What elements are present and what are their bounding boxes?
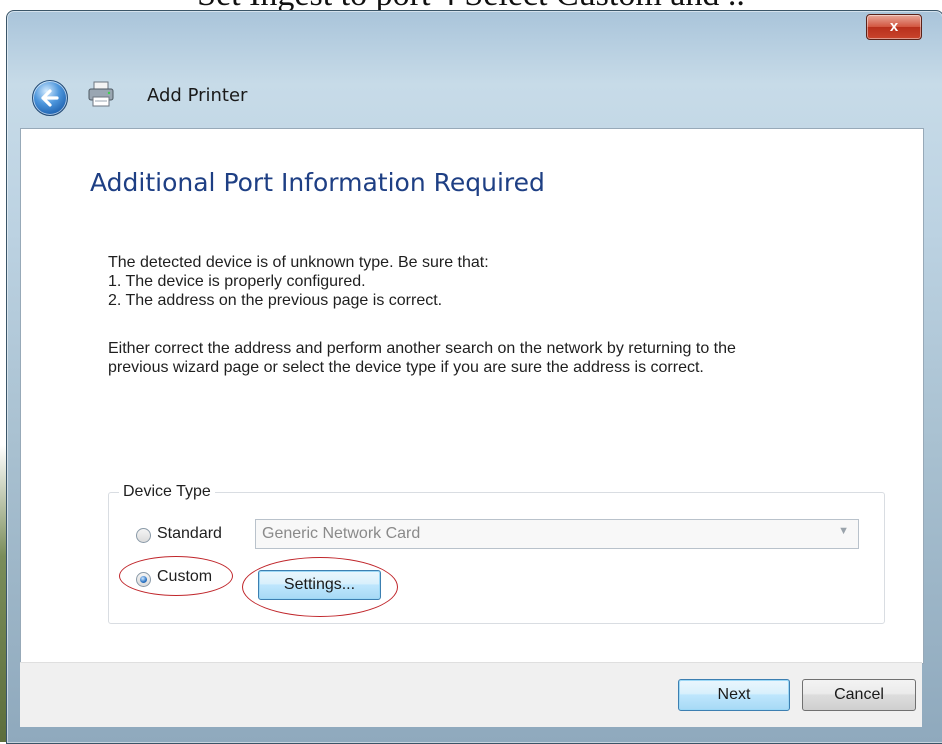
device-type-legend: Device Type — [119, 483, 215, 501]
custom-radio-label[interactable]: Custom — [157, 568, 212, 586]
settings-button[interactable]: Settings... — [258, 570, 381, 600]
close-button[interactable]: x — [866, 14, 922, 40]
window-title: Add Printer — [147, 85, 248, 106]
device-type-select-value: Generic Network Card — [262, 525, 421, 542]
instruction-line-2: previous wizard page or select the devic… — [108, 359, 704, 376]
cancel-button[interactable]: Cancel — [802, 679, 916, 711]
page-heading: Additional Port Information Required — [90, 168, 545, 197]
standard-radio[interactable] — [136, 528, 151, 543]
next-button[interactable]: Next — [678, 679, 790, 711]
back-button[interactable] — [32, 80, 68, 116]
chevron-down-icon: ▼ — [838, 525, 849, 537]
printer-icon — [88, 81, 114, 107]
checklist-item-1: 1. The device is properly configured. — [108, 273, 366, 290]
device-type-group — [108, 492, 885, 624]
checklist-item-2: 2. The address on the previous page is c… — [108, 292, 443, 309]
instruction-line-1: Either correct the address and perform a… — [108, 340, 736, 357]
back-arrow-icon — [41, 89, 59, 107]
intro-text: The detected device is of unknown type. … — [108, 254, 489, 271]
custom-radio[interactable] — [136, 572, 151, 587]
device-type-select[interactable]: Generic Network Card ▼ — [255, 519, 859, 549]
standard-radio-label[interactable]: Standard — [157, 525, 222, 543]
